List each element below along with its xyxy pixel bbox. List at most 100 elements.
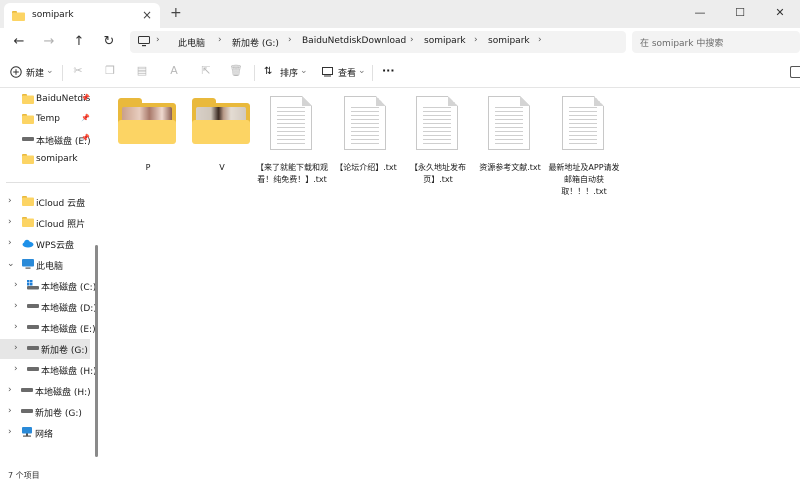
chevron-right-icon[interactable]: › (14, 364, 18, 374)
breadcrumb-somipark-current[interactable]: somipark (488, 36, 530, 46)
drive-icon (21, 409, 33, 413)
text-lines (495, 107, 523, 145)
sidebar-item-drive-e[interactable]: 本地磁盘 (E:) 📌 (0, 130, 98, 150)
breadcrumb-somipark[interactable]: somipark (424, 36, 466, 46)
forward-button[interactable]: → (38, 32, 60, 52)
sidebar-scrollbar[interactable] (95, 245, 98, 457)
file-item-folder-v[interactable]: V (190, 96, 254, 200)
navigation-bar: ← → ↑ ↻ › 此电脑 › 新加卷 (G:) › BaiduNetdiskD… (0, 28, 800, 56)
chevron-right-icon[interactable]: › (8, 385, 12, 395)
folder-icon (22, 217, 34, 227)
paste-icon[interactable]: ▤ (134, 64, 150, 80)
address-bar[interactable]: › 此电脑 › 新加卷 (G:) › BaiduNetdiskDownload … (130, 31, 626, 53)
file-item-txt[interactable]: 【论坛介绍】.txt (334, 96, 398, 200)
close-tab-icon[interactable]: × (142, 8, 152, 22)
file-item-folder-p[interactable]: P (116, 96, 180, 200)
copy-icon[interactable]: ❐ (102, 64, 118, 80)
new-button[interactable]: 新建 (26, 66, 44, 79)
file-item-txt[interactable]: 【永久地址发布页】.txt (406, 96, 470, 200)
text-file-icon (488, 96, 530, 150)
chevron-right-icon[interactable]: › (14, 322, 18, 332)
sidebar-item-drive-g-root[interactable]: › 新加卷 (G:) (0, 402, 98, 422)
chevron-right-icon[interactable]: › (14, 343, 18, 353)
chevron-right-icon[interactable]: › (8, 238, 12, 248)
back-button[interactable]: ← (8, 32, 30, 52)
file-item-txt[interactable]: 最新地址及APP请发邮箱自动获取！！！.txt (548, 96, 620, 200)
chevron-right-icon[interactable]: › (8, 427, 12, 437)
folder-icon (22, 154, 34, 164)
chevron-down-icon[interactable]: ⌄ (7, 259, 15, 269)
sidebar-item-label: 本地磁盘 (D:) (41, 304, 97, 314)
item-count: 7 个项目 (8, 471, 40, 480)
sidebar-item-somipark[interactable]: somipark (0, 150, 98, 170)
minimize-button[interactable]: — (680, 0, 720, 28)
view-button[interactable]: 查看 (338, 66, 356, 79)
sidebar-item-drive-h[interactable]: › 本地磁盘 (H:) (0, 360, 98, 380)
text-file-icon (344, 96, 386, 150)
sidebar-item-network[interactable]: › 网络 (0, 423, 98, 443)
file-item-txt[interactable]: 资源参考文献.txt (478, 96, 542, 200)
sidebar-item-label: 本地磁盘 (H:) (35, 388, 91, 398)
sidebar-item-icloud-photos[interactable]: › iCloud 照片 (0, 213, 98, 233)
breadcrumb-drive-g[interactable]: 新加卷 (G:) (232, 36, 279, 49)
navigation-pane: BaiduNetdis 📌 Temp 📌 本地磁盘 (E:) 📌 somipar… (0, 88, 100, 466)
maximize-button[interactable]: ☐ (720, 0, 760, 28)
chevron-right-icon: › (156, 35, 160, 45)
command-bar: 新建 ⌄ ✂ ❐ ▤ A ⇱ 🗑 ⇅ 排序 ⌄ 查看 ⌄ ··· (0, 58, 800, 88)
chevron-right-icon[interactable]: › (14, 280, 18, 290)
file-item-txt[interactable]: 【来了就能下载和观看！纯免费！】.txt (256, 96, 328, 200)
windows-drive-icon (27, 280, 39, 290)
text-file-icon (562, 96, 604, 150)
sidebar-item-label: iCloud 照片 (36, 220, 86, 230)
sidebar-item-icloud-drive[interactable]: › iCloud 云盘 (0, 192, 98, 212)
sidebar-item-wps-cloud[interactable]: › WPS云盘 (0, 234, 98, 254)
chevron-right-icon[interactable]: › (8, 196, 12, 206)
file-name: 【来了就能下载和观看！纯免费！】.txt (256, 163, 328, 184)
text-lines (277, 107, 305, 145)
pin-icon: 📌 (81, 134, 90, 142)
folder-front (118, 120, 176, 144)
more-options-button[interactable]: ··· (382, 64, 395, 77)
breadcrumb-baidunetdisk[interactable]: BaiduNetdiskDownload (302, 36, 406, 46)
refresh-button[interactable]: ↻ (98, 32, 120, 52)
delete-icon[interactable]: 🗑 (228, 64, 244, 80)
folder-icon (22, 196, 34, 206)
text-lines (569, 107, 597, 145)
sidebar-item-label: somipark (36, 154, 78, 164)
text-lines (351, 107, 379, 145)
drive-icon (27, 325, 39, 329)
search-input[interactable]: 在 somipark 中搜索 (632, 31, 800, 53)
new-tab-button[interactable]: + (170, 5, 182, 21)
network-icon (22, 427, 32, 437)
sidebar-item-drive-g[interactable]: › 新加卷 (G:) (0, 339, 90, 359)
sidebar-item-label: 本地磁盘 (C:) (41, 283, 97, 293)
chevron-right-icon[interactable]: › (8, 217, 12, 227)
details-pane-icon[interactable] (790, 66, 800, 78)
folder-icon (12, 11, 25, 21)
tab-somipark[interactable]: somipark × (4, 3, 160, 28)
close-window-button[interactable]: ✕ (760, 0, 800, 28)
up-button[interactable]: ↑ (68, 32, 90, 52)
sidebar-item-drive-c[interactable]: › 本地磁盘 (C:) (0, 276, 98, 296)
sidebar-item-drive-e-tree[interactable]: › 本地磁盘 (E:) (0, 318, 98, 338)
sidebar-item-drive-h-root[interactable]: › 本地磁盘 (H:) (0, 381, 98, 401)
pin-icon: 📌 (81, 94, 90, 102)
sidebar-item-baidunetdisk[interactable]: BaiduNetdis 📌 (0, 90, 98, 110)
drive-icon (27, 367, 39, 371)
sidebar-item-this-pc[interactable]: ⌄ 此电脑 (0, 255, 98, 275)
view-icon (322, 67, 333, 77)
chevron-right-icon[interactable]: › (14, 301, 18, 311)
share-icon[interactable]: ⇱ (198, 64, 214, 80)
file-list: P V 【来了就能下载和观看！纯免费！】.txt 【论坛介绍】.txt 【永久地… (100, 88, 800, 466)
folder-icon (22, 94, 34, 104)
sidebar-item-temp[interactable]: Temp 📌 (0, 110, 98, 130)
chevron-right-icon[interactable]: › (8, 406, 12, 416)
folder-thumbnail-icon (118, 98, 176, 146)
rename-icon[interactable]: A (166, 64, 182, 80)
chevron-right-icon: › (410, 35, 414, 45)
file-name: V (219, 163, 225, 172)
cut-icon[interactable]: ✂ (70, 64, 86, 80)
sort-button[interactable]: 排序 (280, 66, 298, 79)
sidebar-item-drive-d[interactable]: › 本地磁盘 (D:) (0, 297, 98, 317)
breadcrumb-this-pc[interactable]: 此电脑 (178, 36, 205, 49)
